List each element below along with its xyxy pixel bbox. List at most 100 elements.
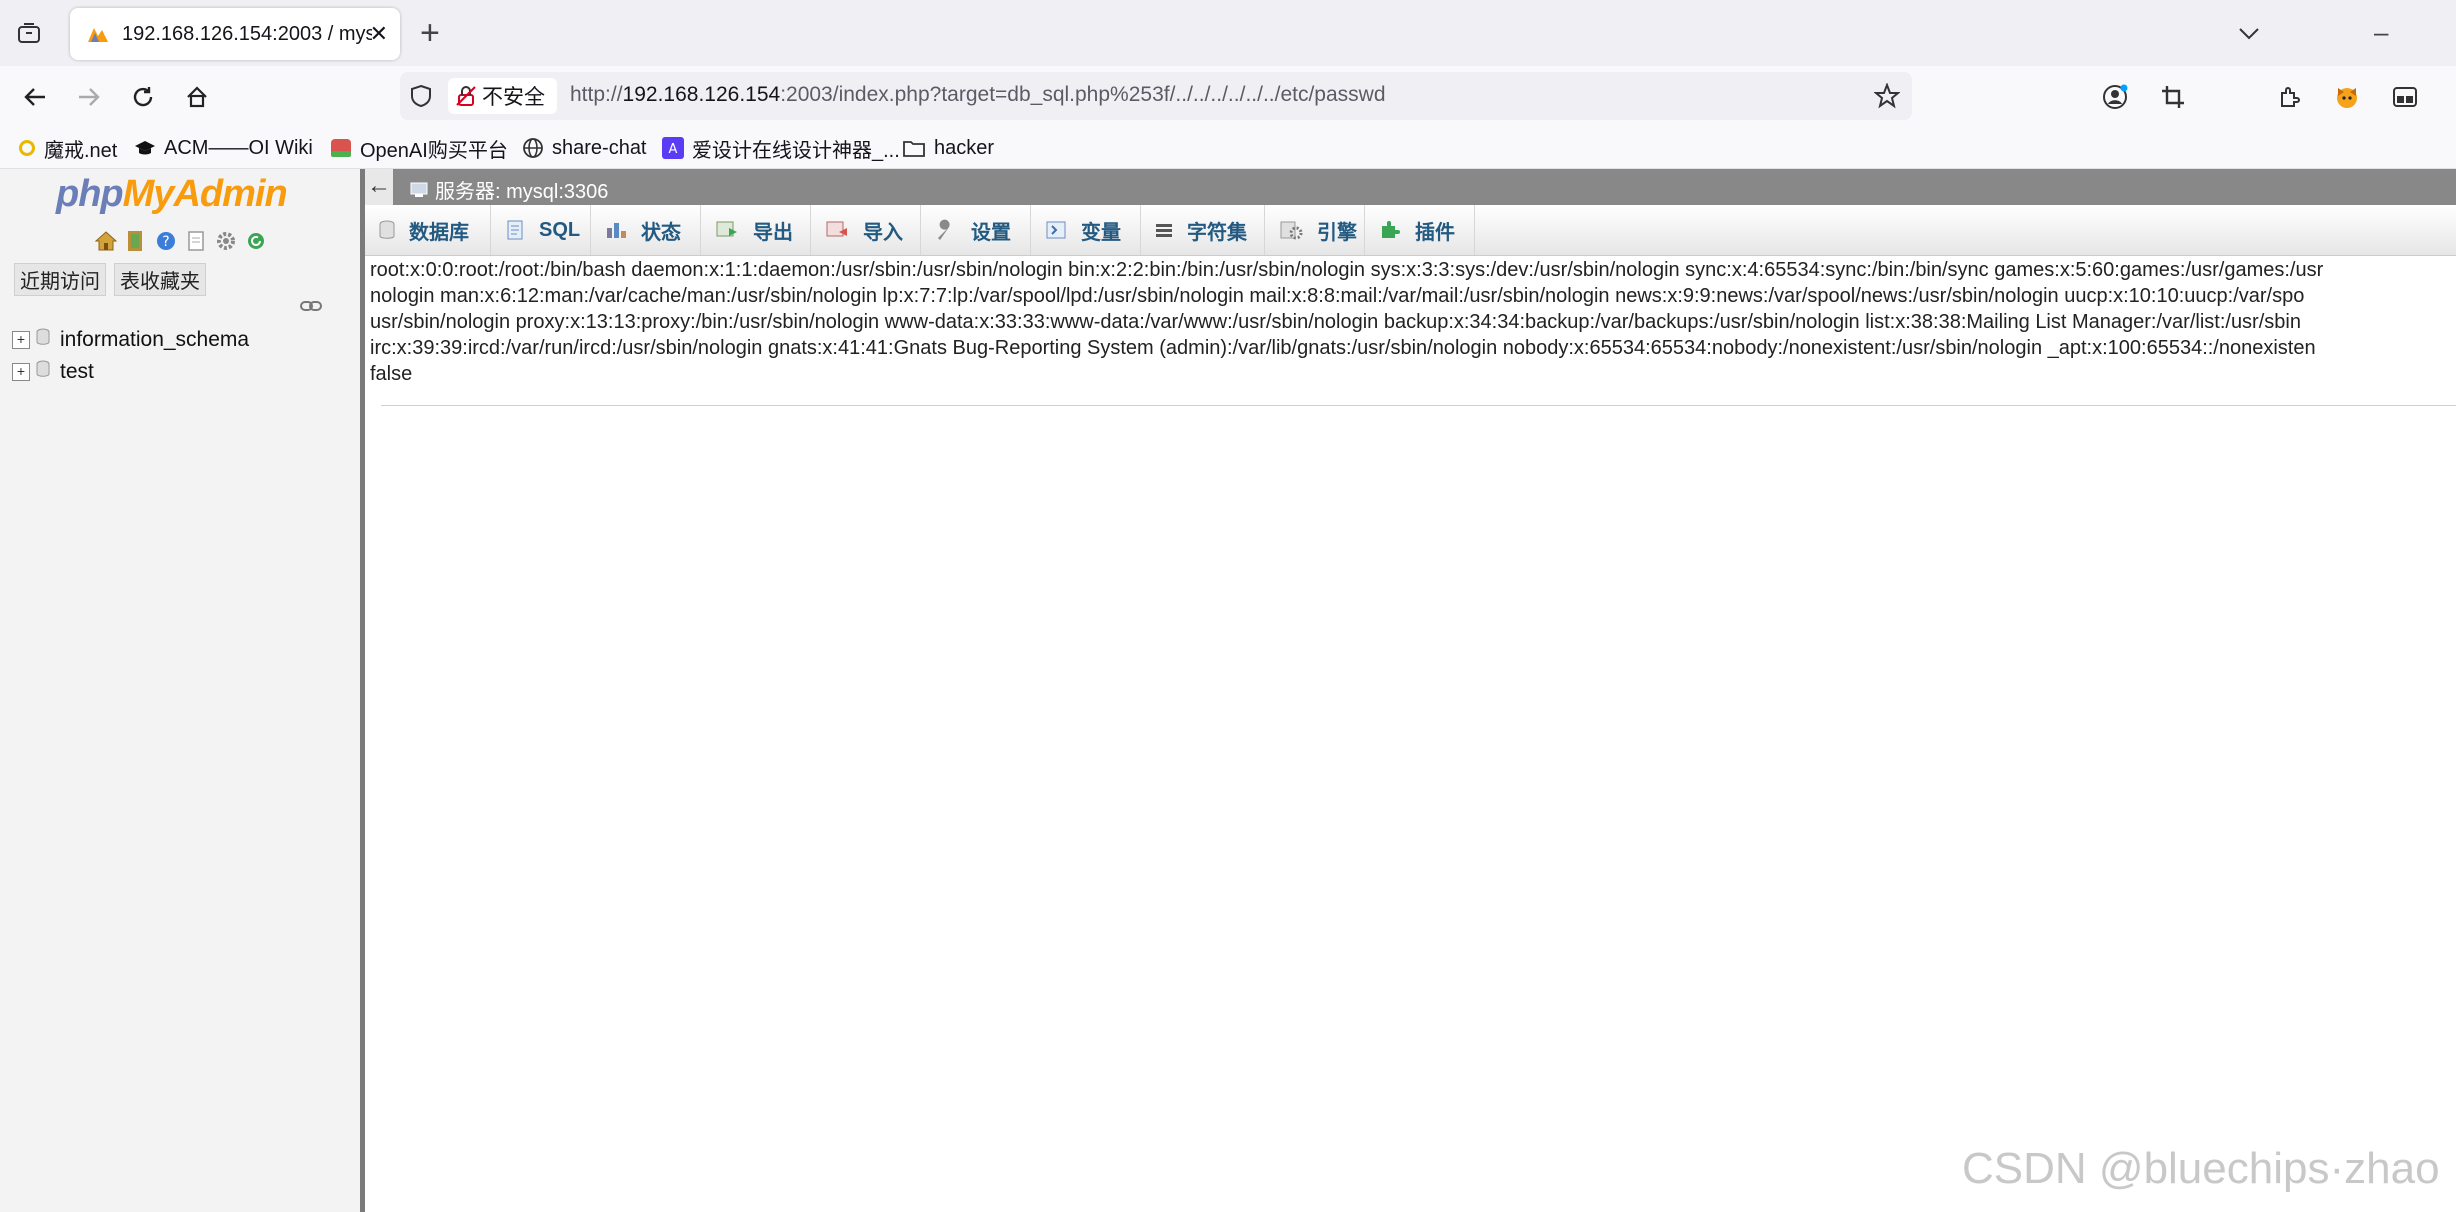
tab-engines[interactable]: 引擎 (1265, 205, 1365, 255)
expand-plus-icon[interactable]: + (12, 363, 30, 381)
browser-tab-active[interactable]: 192.168.126.154:2003 / mysql ✕ (70, 8, 400, 60)
tab-sql[interactable]: SQL (491, 205, 591, 255)
charset-icon (1155, 222, 1173, 238)
database-icon (379, 220, 395, 240)
pma-navigation-panel: phpMyAdmin ? 近期访问 表收藏夹 + information_sch… (0, 169, 365, 1212)
chain-link-icon[interactable] (300, 299, 322, 317)
phpmyadmin-favicon-icon (88, 28, 108, 42)
gear-icon[interactable] (214, 229, 238, 253)
bookmark-item[interactable]: hacker (902, 134, 994, 162)
extensions-puzzle-icon[interactable] (2272, 80, 2306, 114)
bookmark-label: hacker (934, 136, 995, 159)
phpmyadmin-logo[interactable]: phpMyAdmin (56, 173, 288, 216)
db-tree-item-information-schema[interactable]: + information_schema (12, 325, 249, 355)
screenshot-crop-icon[interactable] (2156, 80, 2190, 114)
bookmark-label: 爱设计在线设计神器_... (692, 139, 900, 162)
bookmark-label: share-chat (552, 136, 647, 159)
chevron-down-icon[interactable] (2238, 14, 2260, 50)
insecure-connection-badge[interactable]: 不安全 (448, 78, 557, 114)
close-tab-icon[interactable]: ✕ (370, 22, 388, 46)
status-icon (605, 220, 627, 240)
tab-settings[interactable]: 设置 (921, 205, 1031, 255)
engine-icon (1279, 219, 1303, 241)
account-icon[interactable] (2098, 80, 2132, 114)
wrench-icon (935, 219, 957, 241)
tab-import[interactable]: 导入 (811, 205, 921, 255)
tab-charsets[interactable]: 字符集 (1141, 205, 1265, 255)
browser-navigation-bar: 不安全 http://192.168.126.154:2003/index.ph… (0, 66, 2456, 128)
output-line: nologin man:x:6:12:man:/var/cache/man:/u… (370, 285, 2305, 307)
folder-icon (902, 138, 926, 158)
server-icon (410, 182, 428, 197)
reload-icon[interactable] (126, 80, 160, 114)
sql-icon (505, 219, 525, 241)
tab-variables[interactable]: 变量 (1031, 205, 1141, 255)
ring-icon (18, 139, 36, 157)
bookmark-item[interactable]: ACM——OI Wiki (134, 134, 313, 162)
pma-quick-icons: ? (94, 229, 268, 253)
server-breadcrumb[interactable]: 服务器: mysql:3306 (409, 175, 608, 204)
tab-status[interactable]: 状态 (591, 205, 701, 255)
output-line: irc:x:39:39:ircd:/var/run/ircd:/usr/sbin… (370, 337, 2316, 359)
bookmark-label: 魔戒.net (44, 139, 118, 162)
db-tree-item-test[interactable]: + test (12, 357, 94, 387)
docs-icon[interactable] (184, 229, 208, 253)
import-icon (825, 220, 849, 240)
bookmark-item[interactable]: share-chat (522, 134, 647, 162)
browser-tab-bar: 192.168.126.154:2003 / mysql ✕ + – (0, 0, 2456, 66)
bookmark-item[interactable]: 魔戒.net (18, 134, 117, 162)
pma-nav-links: 近期访问 表收藏夹 (14, 263, 206, 296)
watermark: CSDN @bluechips·zhao (1962, 1144, 2440, 1193)
extension-fox-icon[interactable] (2330, 80, 2364, 114)
minimize-window-button[interactable]: – (2374, 14, 2388, 50)
tab-plugins[interactable]: 插件 (1365, 205, 1475, 255)
output-line: root:x:0:0:root:/root:/bin/bash daemon:x… (370, 259, 2324, 281)
recent-tables-button[interactable]: 近期访问 (14, 263, 106, 296)
help-icon[interactable]: ? (154, 229, 178, 253)
back-arrow-icon[interactable] (18, 80, 52, 114)
logout-icon[interactable] (124, 229, 148, 253)
variables-icon (1045, 220, 1067, 240)
home-icon[interactable] (180, 80, 214, 114)
url-scheme: http:// (570, 83, 623, 106)
database-icon (36, 360, 50, 384)
bookmark-label: ACM——OI Wiki (164, 136, 313, 159)
watermelon-icon (330, 138, 352, 158)
refresh-icon[interactable] (244, 229, 268, 253)
collapse-navigation-arrow-icon[interactable]: ← (365, 169, 393, 205)
bookmarks-toolbar: 魔戒.net ACM——OI Wiki OpenAI购买平台 share-cha… (0, 128, 2456, 169)
tab-databases[interactable]: 数据库 (365, 205, 491, 255)
output-line: usr/sbin/nologin proxy:x:13:13:proxy:/bi… (370, 311, 2301, 333)
new-tab-button[interactable]: + (420, 14, 440, 52)
shield-icon[interactable] (410, 84, 432, 108)
forward-arrow-icon[interactable] (72, 80, 106, 114)
pma-main-panel: ← 服务器: mysql:3306 数据库 SQL 状态 导出 导入 设置 变量… (365, 169, 2456, 1212)
list-all-tabs-icon[interactable] (14, 18, 44, 48)
tab-export[interactable]: 导出 (701, 205, 811, 255)
insecure-label: 不安全 (482, 86, 545, 109)
server-breadcrumb-label: 服务器: mysql:3306 (435, 181, 609, 203)
home-icon[interactable] (94, 229, 118, 253)
database-icon (36, 328, 50, 352)
globe-icon (522, 137, 544, 159)
divider (381, 405, 2456, 406)
db-name[interactable]: information_schema (60, 328, 249, 352)
ai-logo-icon: A (662, 137, 684, 159)
bookmark-item[interactable]: A 爱设计在线设计神器_... (662, 134, 900, 162)
url-path: :2003/index.php?target=db_sql.php%253f/.… (780, 83, 1386, 106)
tab-title: 192.168.126.154:2003 / mysql (122, 22, 372, 45)
plugin-icon (1379, 219, 1401, 241)
favorite-tables-button[interactable]: 表收藏夹 (114, 263, 206, 296)
url-bar[interactable]: 不安全 http://192.168.126.154:2003/index.ph… (400, 72, 1912, 120)
bookmark-star-icon[interactable] (1874, 83, 1900, 109)
url-host: 192.168.126.154 (622, 83, 781, 106)
svg-text:A: A (669, 142, 678, 157)
insecure-lock-icon (456, 86, 476, 106)
pma-top-menu: 数据库 SQL 状态 导出 导入 设置 变量 字符集 引擎 插件 (365, 205, 2456, 256)
expand-plus-icon[interactable]: + (12, 331, 30, 349)
output-line: false (370, 363, 413, 385)
db-name[interactable]: test (60, 360, 94, 384)
url-text[interactable]: http://192.168.126.154:2003/index.php?ta… (570, 83, 1386, 107)
bookmark-item[interactable]: OpenAI购买平台 (330, 134, 508, 162)
sidebar-panel-icon[interactable] (2388, 80, 2422, 114)
